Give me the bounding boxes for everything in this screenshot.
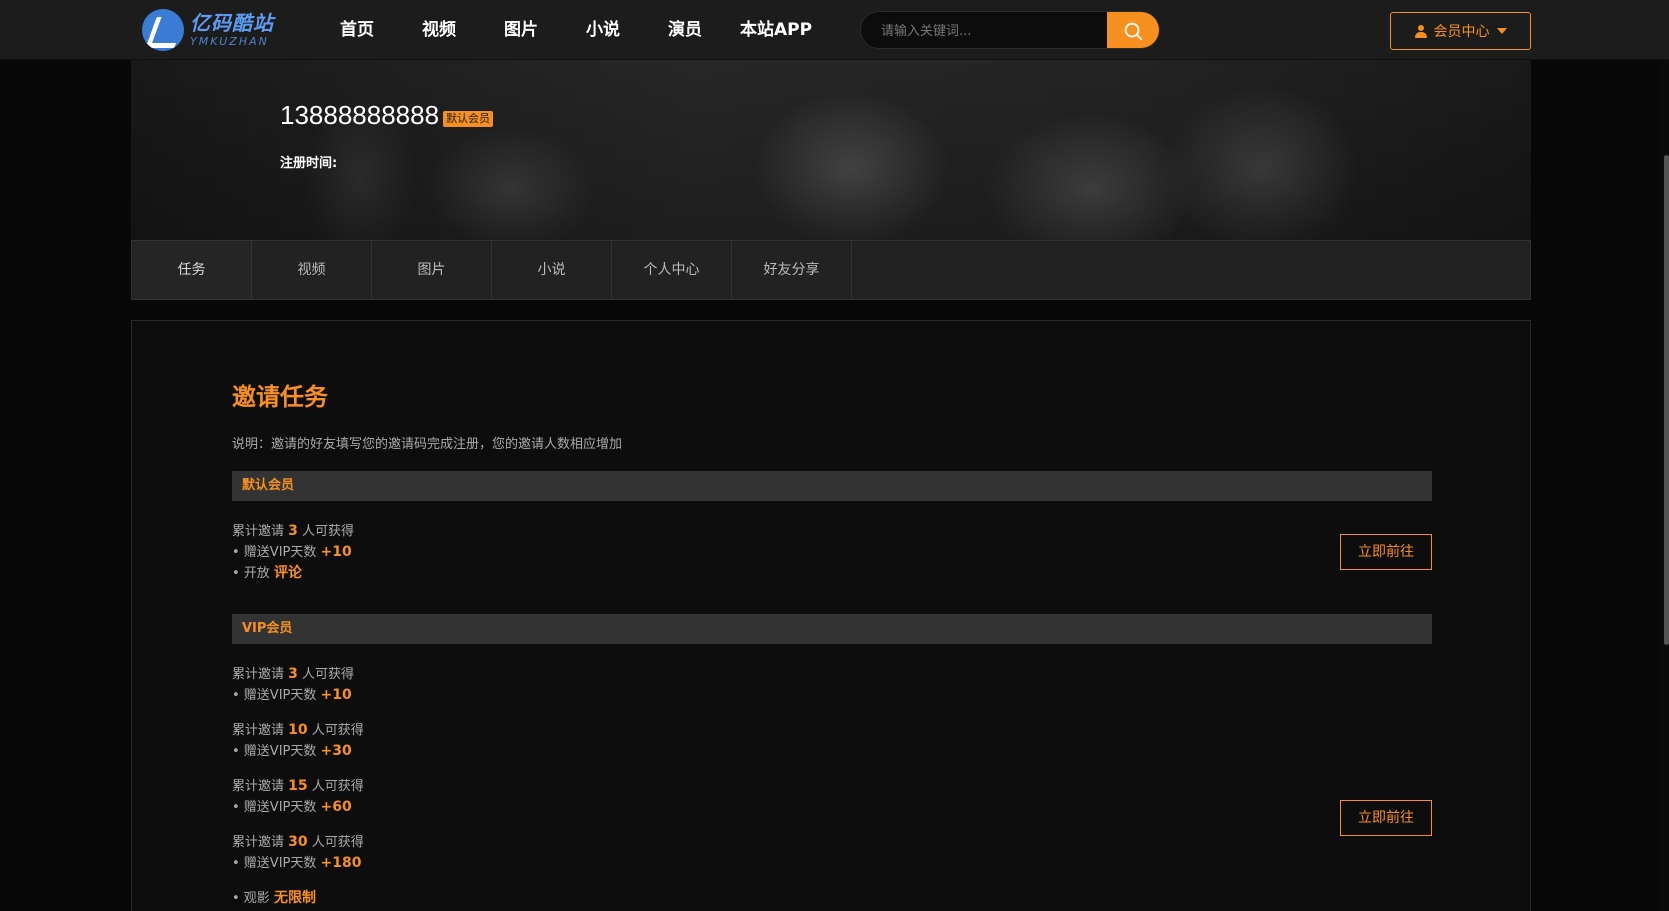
reward-value: +180 [320,855,362,871]
nav-home[interactable]: 首页 [316,0,398,60]
search-box [860,11,1160,49]
chevron-down-icon [1496,28,1507,34]
reward-value: 无限制 [273,890,316,906]
invite-requirement: 累计邀请 10 人可获得 [232,720,364,741]
search-input[interactable] [861,12,1108,48]
register-time-label: 注册时间: [280,156,338,171]
search-icon [1124,22,1143,41]
site-logo[interactable]: 亿码酷站 YMKUZHAN [142,8,274,52]
reward-line: • 赠送VIP天数 +30 [232,741,352,762]
reward-value: +30 [320,743,352,759]
reward-prefix: • 赠送VIP天数 [232,800,317,815]
logo-name-cn: 亿码酷站 [190,11,274,35]
invite-count: 10 [288,722,308,738]
invite-prefix: 累计邀请 [232,667,285,682]
banner-background-image [131,60,1531,240]
reward-line: • 赠送VIP天数 +180 [232,853,361,874]
reward-prefix: • 赠送VIP天数 [232,545,317,560]
invite-suffix: 人可获得 [311,779,364,794]
reward-value: +10 [320,687,352,703]
invite-suffix: 人可获得 [302,524,355,539]
profile-banner: 13888888888 默认会员 注册时间: [131,60,1531,240]
nav-images[interactable]: 图片 [480,0,562,60]
invite-count: 30 [288,834,308,850]
go-now-button-vip[interactable]: 立即前往 [1340,800,1432,836]
logo-mark-icon [142,9,184,51]
group-header-default: 默认会员 [232,471,1432,501]
reward-line: • 赠送VIP天数 +60 [232,797,352,818]
profile-tabs: 任务 视频 图片 小说 个人中心 好友分享 [131,240,1531,300]
member-center-label: 会员中心 [1433,24,1490,40]
nav-novels[interactable]: 小说 [562,0,644,60]
tab-tasks[interactable]: 任务 [132,241,252,299]
invite-requirement: 累计邀请 30 人可获得 [232,832,364,853]
invite-prefix: 累计邀请 [232,723,285,738]
invite-suffix: 人可获得 [311,723,364,738]
reward-prefix: • 观影 [232,891,270,906]
group-header-vip: VIP会员 [232,614,1432,644]
user-icon [1414,24,1427,38]
tab-videos[interactable]: 视频 [252,241,372,299]
reward-line: • 赠送VIP天数 +10 [232,542,352,563]
scrollbar-thumb[interactable] [1664,155,1669,645]
main-nav: 首页 视频 图片 小说 演员 本站APP [316,0,826,60]
reward-value: +60 [320,799,352,815]
invite-prefix: 累计邀请 [232,524,285,539]
invite-prefix: 累计邀请 [232,835,285,850]
invite-count: 3 [288,666,298,682]
task-description: 说明：邀请的好友填写您的邀请码完成注册，您的邀请人数相应增加 [232,437,623,452]
reward-line: • 赠送VIP天数 +10 [232,685,352,706]
reward-value: +10 [320,544,352,560]
username: 13888888888 [280,100,440,130]
page-scrollbar[interactable] [1661,0,1669,911]
search-button[interactable] [1107,12,1159,48]
member-center-button[interactable]: 会员中心 [1390,12,1531,50]
tab-images[interactable]: 图片 [372,241,492,299]
nav-app[interactable]: 本站APP [726,0,826,60]
tab-friend-share[interactable]: 好友分享 [732,241,852,299]
invite-prefix: 累计邀请 [232,779,285,794]
invite-suffix: 人可获得 [302,667,355,682]
reward-prefix: • 赠送VIP天数 [232,688,317,703]
invite-requirement: 累计邀请 3 人可获得 [232,664,354,685]
member-level-badge: 默认会员 [443,110,494,127]
invite-suffix: 人可获得 [311,835,364,850]
tab-novels[interactable]: 小说 [492,241,612,299]
nav-actors[interactable]: 演员 [644,0,726,60]
profile-header: 13888888888 默认会员 [280,100,494,131]
reward-value: 评论 [273,565,302,581]
top-navbar: 亿码酷站 YMKUZHAN 首页 视频 图片 小说 演员 本站APP 会员中心 [0,0,1669,60]
go-now-button-default[interactable]: 立即前往 [1340,534,1432,570]
logo-text: 亿码酷站 YMKUZHAN [190,13,274,47]
invite-count: 15 [288,778,308,794]
task-panel: 邀请任务 说明：邀请的好友填写您的邀请码完成注册，您的邀请人数相应增加 默认会员… [131,320,1531,911]
reward-prefix: • 开放 [232,566,270,581]
task-title: 邀请任务 [232,383,328,411]
reward-line: • 开放 评论 [232,563,302,584]
reward-prefix: • 赠送VIP天数 [232,744,317,759]
nav-video[interactable]: 视频 [398,0,480,60]
reward-line: • 观影 无限制 [232,888,316,909]
invite-requirement: 累计邀请 15 人可获得 [232,776,364,797]
invite-requirement: 累计邀请 3 人可获得 [232,521,354,542]
logo-name-en: YMKUZHAN [190,35,269,48]
reward-prefix: • 赠送VIP天数 [232,856,317,871]
invite-count: 3 [288,523,298,539]
tab-personal-center[interactable]: 个人中心 [612,241,732,299]
